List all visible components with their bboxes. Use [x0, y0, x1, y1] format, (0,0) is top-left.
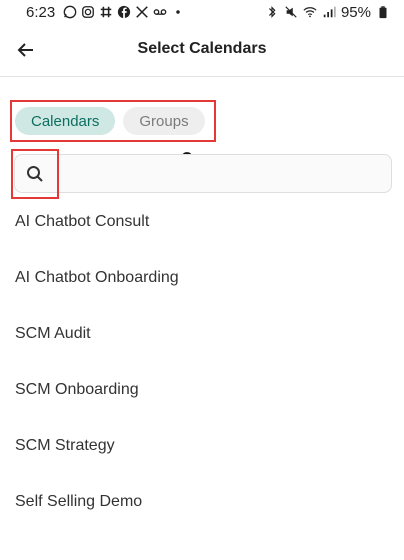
facebook-icon — [118, 5, 131, 19]
notification-icons — [63, 5, 185, 19]
slack-icon — [100, 6, 112, 18]
mute-icon — [285, 6, 297, 18]
list-item[interactable]: SCM Audit — [0, 306, 404, 362]
tab-groups[interactable]: Groups — [123, 107, 205, 135]
search-field[interactable] — [14, 154, 392, 194]
search-icon — [27, 166, 43, 182]
instagram-icon — [82, 6, 95, 18]
bluetooth-icon — [268, 6, 276, 18]
voicemail-icon — [153, 9, 167, 15]
list-item[interactable]: AI Chatbot Consult — [0, 194, 404, 250]
list-item[interactable]: Self Selling Demo — [0, 474, 404, 530]
battery-percent: 95% — [340, 3, 371, 21]
x-icon — [136, 6, 149, 18]
list-item[interactable]: AI Chatbot Onboarding — [0, 250, 404, 306]
list-item[interactable]: SCM Onboarding — [0, 362, 404, 418]
battery-icon — [379, 6, 387, 19]
search-icon-highlight[interactable] — [11, 149, 59, 199]
status-right: 95% — [265, 4, 390, 21]
whatsapp-icon — [63, 5, 77, 19]
segment-selector: Calendars Groups — [10, 100, 216, 142]
list-item[interactable]: SCM Strategy — [0, 418, 404, 474]
tab-calendars[interactable]: Calendars — [15, 107, 116, 135]
status-bar: 6:23 95% — [0, 0, 404, 24]
page-title: Select Calendars — [137, 40, 267, 57]
calendar-list: AI Chatbot Consult AI Chatbot Onboarding… — [0, 194, 404, 530]
signal-icon — [323, 6, 336, 18]
app-bar: Select Calendars — [0, 24, 404, 77]
search-input[interactable] — [59, 155, 383, 194]
dot-icon — [176, 10, 180, 14]
status-time: 6:23 — [26, 3, 56, 21]
status-left: 6:23 — [26, 4, 185, 21]
wifi-icon — [303, 7, 317, 18]
